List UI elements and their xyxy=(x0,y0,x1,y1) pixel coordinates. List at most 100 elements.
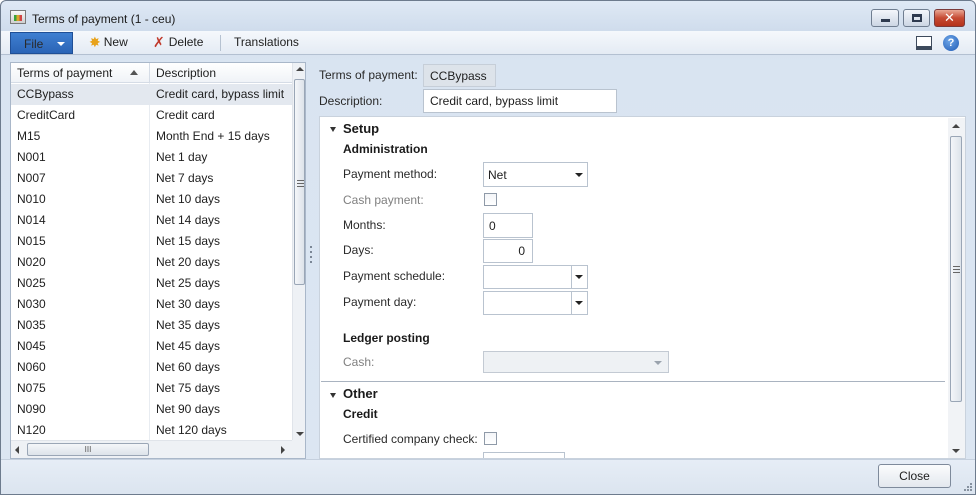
scrollbar-corner xyxy=(292,440,305,458)
grid-horizontal-scrollbar[interactable]: III xyxy=(11,440,292,458)
collapse-other-icon[interactable] xyxy=(330,393,336,398)
cell-description: Credit card, bypass limit xyxy=(156,87,285,101)
scroll-left-icon[interactable] xyxy=(15,446,19,454)
maximize-icon xyxy=(912,14,922,22)
partial-row-field[interactable] xyxy=(483,452,565,458)
title-bar[interactable]: Terms of payment (1 - ceu) ✕ xyxy=(1,1,975,31)
terms-field[interactable]: CCBypass xyxy=(423,64,496,87)
payment-schedule-label: Payment schedule: xyxy=(343,269,446,283)
payment-day-label: Payment day: xyxy=(343,295,417,309)
window-close-button[interactable]: ✕ xyxy=(934,9,965,27)
grid-row[interactable]: N001 Net 1 day xyxy=(11,147,292,168)
days-label: Days: xyxy=(343,243,374,257)
column-header-terms[interactable]: Terms of payment xyxy=(17,66,112,80)
grip-line xyxy=(953,266,960,267)
cell-description: Net 60 days xyxy=(156,360,221,374)
cell-description: Net 35 days xyxy=(156,318,221,332)
file-menu-button[interactable]: File xyxy=(10,32,73,54)
grid-row[interactable]: N060 Net 60 days xyxy=(11,357,292,378)
cell-terms: N045 xyxy=(17,339,46,353)
scroll-up-icon[interactable] xyxy=(952,124,960,128)
chevron-down-icon xyxy=(575,301,583,305)
grid-scroll-thumb[interactable] xyxy=(294,79,305,285)
footer-bar: Close xyxy=(1,459,975,494)
payment-day-dropdown-button[interactable] xyxy=(571,292,587,314)
delete-x-icon: ✗ xyxy=(153,35,165,51)
cell-terms: N060 xyxy=(17,360,46,374)
grid-row[interactable]: N007 Net 7 days xyxy=(11,168,292,189)
minimize-icon xyxy=(881,19,890,22)
scroll-down-icon[interactable] xyxy=(952,449,960,453)
scroll-up-icon[interactable] xyxy=(296,67,304,71)
grid-row[interactable]: CreditCard Credit card xyxy=(11,105,292,126)
grid-vertical-scrollbar[interactable] xyxy=(292,63,305,440)
close-button[interactable]: Close xyxy=(878,464,951,488)
cell-terms: CCBypass xyxy=(17,87,74,101)
grid-row[interactable]: N120 Net 120 days xyxy=(11,420,292,441)
grid-row[interactable]: N075 Net 75 days xyxy=(11,378,292,399)
layout-icon[interactable] xyxy=(916,36,932,50)
months-field[interactable]: 0 xyxy=(483,213,533,238)
chevron-down-icon xyxy=(57,42,65,46)
help-icon[interactable]: ? xyxy=(943,35,959,51)
new-star-icon: ✸ xyxy=(89,35,101,51)
cell-description: Net 1 day xyxy=(156,150,208,164)
grid-row[interactable]: N015 Net 15 days xyxy=(11,231,292,252)
minimize-button[interactable] xyxy=(871,9,899,27)
sort-ascending-icon xyxy=(130,70,138,75)
grid-row[interactable]: N090 Net 90 days xyxy=(11,399,292,420)
header-fields: Terms of payment: CCBypass Description: … xyxy=(319,63,967,115)
detail-scroll-thumb[interactable] xyxy=(950,136,962,402)
setup-section-title[interactable]: Setup xyxy=(343,121,379,136)
credit-group-title: Credit xyxy=(343,407,378,421)
window-title: Terms of payment (1 - ceu) xyxy=(32,12,176,26)
grid-row[interactable]: N030 Net 30 days xyxy=(11,294,292,315)
cash-payment-label: Cash payment: xyxy=(343,193,424,207)
cell-terms: N075 xyxy=(17,381,46,395)
grid-row[interactable]: CCBypass Credit card, bypass limit xyxy=(11,84,292,105)
cell-description: Net 7 days xyxy=(156,171,214,185)
column-divider[interactable] xyxy=(149,63,150,83)
days-field[interactable]: 0 xyxy=(483,239,533,263)
scroll-down-icon[interactable] xyxy=(296,432,304,436)
cell-description: Month End + 15 days xyxy=(156,129,270,143)
resize-grip-icon[interactable] xyxy=(963,482,973,492)
translations-button[interactable]: Translations xyxy=(234,35,299,51)
delete-label: Delete xyxy=(168,35,204,49)
payment-day-lookup[interactable] xyxy=(483,291,588,315)
collapse-setup-icon[interactable] xyxy=(330,127,336,132)
cell-description: Net 14 days xyxy=(156,213,221,227)
detail-vertical-scrollbar[interactable] xyxy=(948,118,965,458)
pane-splitter[interactable] xyxy=(310,246,313,268)
grid-row[interactable]: N045 Net 45 days xyxy=(11,336,292,357)
other-section-title[interactable]: Other xyxy=(343,386,378,401)
grid-row[interactable]: N025 Net 25 days xyxy=(11,273,292,294)
payment-method-select[interactable]: Net xyxy=(483,162,588,187)
cell-terms: N090 xyxy=(17,402,46,416)
delete-button[interactable]: ✗ Delete xyxy=(153,35,203,51)
translations-label: Translations xyxy=(234,35,299,49)
grid-hscroll-thumb[interactable]: III xyxy=(27,443,149,456)
cell-terms: M15 xyxy=(17,129,41,143)
cell-description: Net 20 days xyxy=(156,255,221,269)
column-header-description[interactable]: Description xyxy=(156,66,216,80)
cell-description: Net 30 days xyxy=(156,297,221,311)
payment-schedule-lookup[interactable] xyxy=(483,265,588,289)
maximize-button[interactable] xyxy=(903,9,930,27)
grid-row[interactable]: N020 Net 20 days xyxy=(11,252,292,273)
grid-row[interactable]: N010 Net 10 days xyxy=(11,189,292,210)
grid-row[interactable]: N035 Net 35 days xyxy=(11,315,292,336)
description-field[interactable]: Credit card, bypass limit xyxy=(423,89,617,113)
payment-schedule-dropdown-button[interactable] xyxy=(571,266,587,288)
certified-check-label: Certified company check: xyxy=(343,432,478,446)
grip-line xyxy=(297,186,304,187)
grid-row[interactable]: M15 Month End + 15 days xyxy=(11,126,292,147)
ledger-posting-group-title: Ledger posting xyxy=(343,331,430,345)
grip-line xyxy=(297,180,304,181)
months-label: Months: xyxy=(343,218,386,232)
new-button[interactable]: ✸ New xyxy=(89,35,128,51)
scroll-right-icon[interactable] xyxy=(281,446,285,454)
certified-check-checkbox[interactable] xyxy=(484,432,497,445)
cash-payment-checkbox[interactable] xyxy=(484,193,497,206)
grid-row[interactable]: N014 Net 14 days xyxy=(11,210,292,231)
